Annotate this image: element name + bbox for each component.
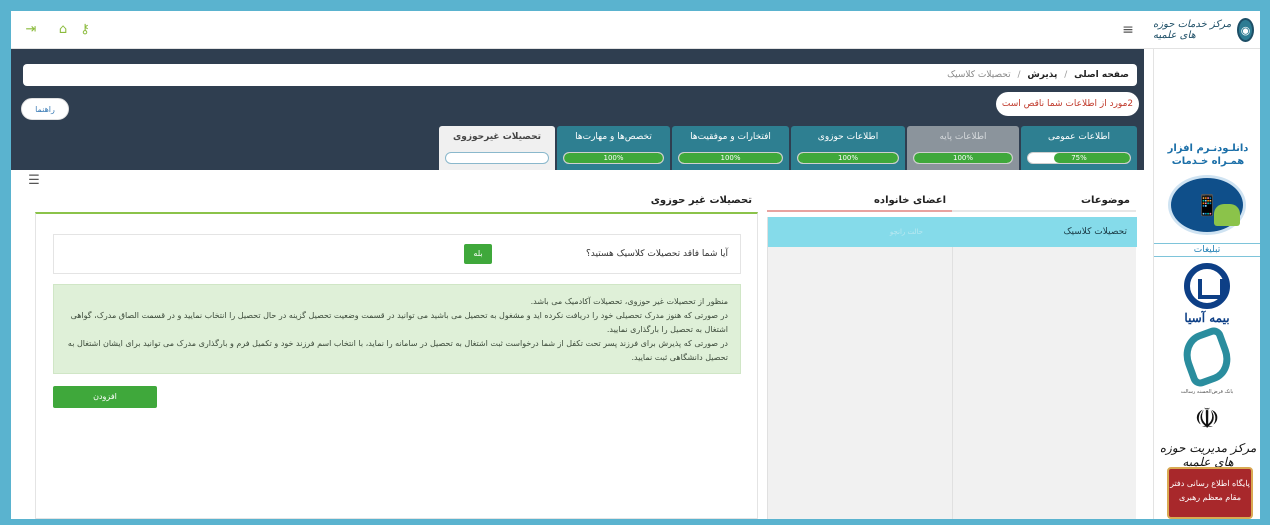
breadcrumb-separator: / <box>1017 70 1021 80</box>
asia-insurance-text[interactable]: بیمه آسیا <box>1174 311 1240 325</box>
content-area: موضوعات اعضای خانواده تحصیلات غیر حوزوی … <box>11 170 1144 519</box>
tab-seminary-info[interactable]: اطلاعات حوزوی 100% <box>791 126 905 170</box>
tab-skills[interactable]: تخصص‌ها و مهارت‌ها 100% <box>557 126 670 170</box>
info-line: در صورتی که هنوز مدرک تحصیلی خود را دریا… <box>70 311 728 334</box>
tab-label: اطلاعات حوزوی <box>817 132 879 142</box>
breadcrumb-separator: / <box>1064 70 1068 80</box>
tab-honors[interactable]: افتخارات و موفقیت‌ها 100% <box>672 126 789 170</box>
family-heading: اعضای خانواده <box>767 190 952 212</box>
ads-label: تبلیغات <box>1154 243 1260 257</box>
tab-progress-bar <box>445 152 549 164</box>
ads-sidebar: دانلـودنـرم افزار همـراه خـدمات 📱 تبلیغا… <box>1153 49 1260 519</box>
tab-progress-value: 100% <box>837 154 858 162</box>
tab-label: اطلاعات پایه <box>939 132 987 142</box>
info-line: در صورتی که پذیرش برای فرزند پسر تحت تکف… <box>67 339 728 362</box>
key-icon[interactable]: ⚷ <box>77 22 93 38</box>
info-alert: منظور از تحصیلات غیر حوزوی، تحصیلات آکاد… <box>53 284 741 374</box>
hamburger-icon[interactable]: ≡ <box>1119 21 1137 39</box>
resalat-bank-caption: بانک قرض‌الحسنه رسالت <box>1180 389 1234 395</box>
top-header: ⇥ ⌂ ⚷ ≡ مرکز خدمات حوزه های علمیه ◉ <box>11 11 1260 49</box>
education-form-panel: آیا شما فاقد تحصیلات کلاسیک هستید؟ بله م… <box>35 212 758 519</box>
tab-label: تحصیلات غیرحوزوی <box>453 132 541 142</box>
breadcrumb-current: تحصیلات کلاسیک <box>947 70 1011 80</box>
topics-list: تحصیلات کلاسیک <box>952 217 1137 519</box>
exit-icon[interactable]: ⇥ <box>23 22 39 38</box>
family-list: حالت رانچو <box>767 217 953 519</box>
tab-progress-bar: 100% <box>678 152 783 164</box>
add-button[interactable]: افزودن <box>53 386 157 408</box>
asia-insurance-logo-icon[interactable] <box>1184 263 1230 309</box>
incomplete-info-alert[interactable]: 2مورد از اطلاعات شما ناقص است <box>996 92 1139 116</box>
tab-progress-bar: 100% <box>913 152 1013 164</box>
tab-progress-bar: 100% <box>797 152 899 164</box>
profile-header-panel: صفحه اصلی / پذیرش / تحصیلات کلاسیک 2مورد… <box>11 49 1144 170</box>
topics-heading: موضوعات <box>952 190 1136 212</box>
home-icon[interactable]: ⌂ <box>55 22 71 38</box>
seminary-management-text[interactable]: مرکز مدیریت حوزه های علمیه <box>1156 441 1260 469</box>
breadcrumb-home[interactable]: صفحه اصلی <box>1074 70 1129 80</box>
panel-menu-icon[interactable]: ☰ <box>27 174 41 188</box>
tab-progress-bar: 75% <box>1027 152 1131 164</box>
tab-label: تخصص‌ها و مهارت‌ها <box>575 132 652 142</box>
app-download-title[interactable]: دانلـودنـرم افزار همـراه خـدمات <box>1158 142 1258 168</box>
no-education-question: آیا شما فاقد تحصیلات کلاسیک هستید؟ بله <box>53 234 741 274</box>
leader-office-banner[interactable]: پایگاه اطلاع رسانی دفتر مقام معظم رهبری <box>1167 467 1253 519</box>
tab-progress-value: 100% <box>952 154 973 162</box>
tab-label: افتخارات و موفقیت‌ها <box>690 132 771 142</box>
breadcrumb: صفحه اصلی / پذیرش / تحصیلات کلاسیک <box>23 64 1137 86</box>
breadcrumb-section[interactable]: پذیرش <box>1027 70 1057 80</box>
site-logo[interactable]: مرکز خدمات حوزه های علمیه ◉ <box>1153 12 1260 48</box>
topic-item-classic-education[interactable]: تحصیلات کلاسیک <box>953 217 1137 247</box>
tab-progress-bar: 100% <box>563 152 664 164</box>
tab-basic-info: اطلاعات پایه 100% <box>907 126 1019 170</box>
help-button[interactable]: راهنما <box>21 98 69 120</box>
tab-non-seminary-education[interactable]: تحصیلات غیرحوزوی <box>439 126 555 170</box>
app-frame: ⇥ ⌂ ⚷ ≡ مرکز خدمات حوزه های علمیه ◉ صفحه… <box>11 11 1260 519</box>
tab-progress-value: 100% <box>720 154 741 162</box>
question-text: آیا شما فاقد تحصیلات کلاسیک هستید؟ <box>586 249 728 259</box>
tab-label: اطلاعات عمومی <box>1047 132 1111 142</box>
logo-text: مرکز خدمات حوزه های علمیه <box>1153 19 1232 41</box>
iran-emblem-icon[interactable]: ☫ <box>1191 399 1223 439</box>
tab-general-info[interactable]: اطلاعات عمومی 75% <box>1021 126 1137 170</box>
yes-button[interactable]: بله <box>464 244 492 264</box>
family-member-item[interactable]: حالت رانچو <box>768 217 953 247</box>
android-icon <box>1214 204 1240 226</box>
tab-progress-value: 100% <box>603 154 624 162</box>
tab-progress-value: 75% <box>1071 154 1087 162</box>
logo-emblem-icon: ◉ <box>1237 18 1254 42</box>
main-heading: تحصیلات غیر حوزوی <box>650 195 752 206</box>
info-line: منظور از تحصیلات غیر حوزوی، تحصیلات آکاد… <box>530 297 728 306</box>
resalat-bank-logo-icon[interactable] <box>1176 324 1238 390</box>
